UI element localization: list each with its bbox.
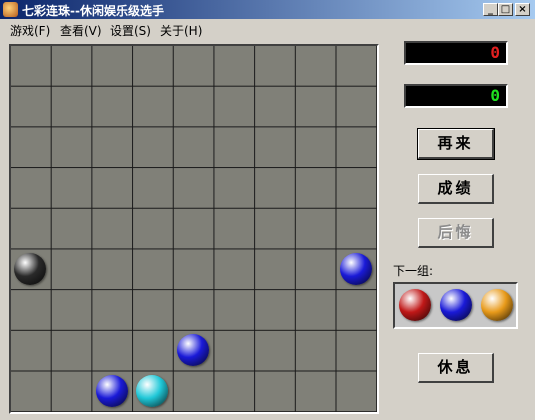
menu-game[interactable]: 游戏(F) [10, 22, 50, 39]
cyan-ball[interactable] [136, 374, 169, 407]
next-orange-ball [481, 289, 513, 321]
menu-settings[interactable]: 设置(S) [110, 22, 151, 39]
pause-button[interactable]: 休息 [418, 353, 494, 383]
next-blue-ball [440, 289, 472, 321]
next-group-label: 下一组: [393, 264, 434, 278]
menu-bar: 游戏(F) 查看(V) 设置(S) 关于(H) [0, 19, 535, 39]
restart-button[interactable]: 再来 [417, 128, 495, 160]
menu-view[interactable]: 查看(V) [60, 22, 102, 39]
score-display-green: 0 [404, 84, 508, 108]
next-red-ball [399, 289, 431, 321]
menu-about[interactable]: 关于(H) [160, 22, 202, 39]
close-button[interactable]: × [515, 3, 530, 16]
black-ball[interactable] [14, 252, 47, 285]
window-title: 七彩连珠--休闲娱乐级选手 [22, 4, 164, 18]
blue-ball[interactable] [95, 374, 128, 407]
title-bar: 七彩连珠--休闲娱乐级选手 _ □ × [0, 0, 535, 19]
game-board[interactable] [9, 44, 379, 414]
blue-ball[interactable] [177, 334, 209, 366]
score-display-red: 0 [404, 41, 508, 65]
maximize-button[interactable]: □ [498, 3, 513, 16]
blue-ball[interactable] [339, 252, 372, 285]
undo-button[interactable]: 后悔 [418, 218, 494, 248]
results-button[interactable]: 成绩 [418, 174, 494, 204]
minimize-button[interactable]: _ [483, 3, 498, 16]
next-group-preview [393, 282, 518, 329]
app-icon [3, 2, 18, 17]
